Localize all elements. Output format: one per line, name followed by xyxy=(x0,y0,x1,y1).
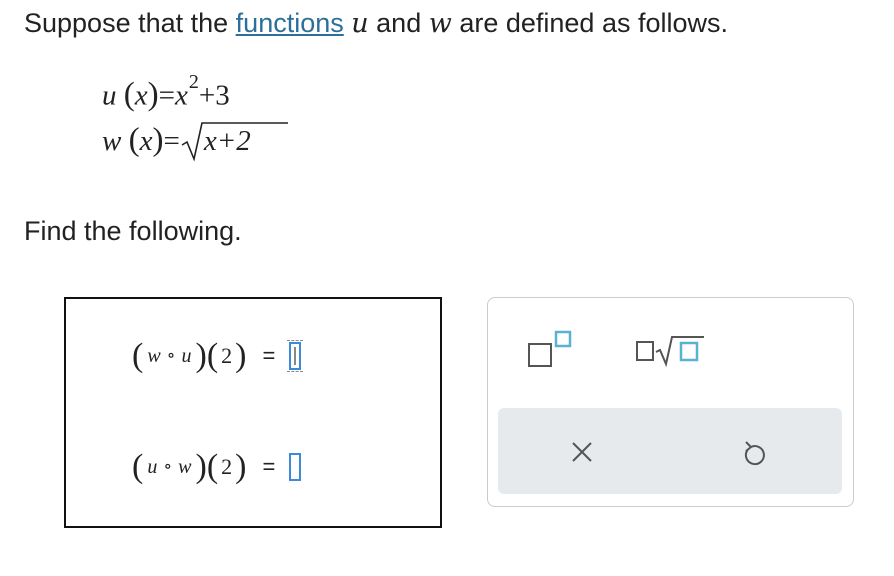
answer-panel: ( w ∘ u ) ( 2 ) = ( u ∘ w ) ( 2 ) = xyxy=(64,297,442,528)
undo-button[interactable] xyxy=(743,440,767,466)
function-definitions: u (x)=x2+3 w (x)= x+2 xyxy=(102,71,288,170)
answer-row-w-of-u: ( w ∘ u ) ( 2 ) = xyxy=(132,334,304,378)
keypad-action-bar xyxy=(498,408,842,494)
math-keypad xyxy=(487,297,854,507)
u-definition: u (x)=x2+3 xyxy=(102,71,230,113)
composition-icon: ∘ xyxy=(166,344,176,365)
exponent: 2 xyxy=(188,71,199,93)
var-u: u xyxy=(351,8,369,39)
answer-input-w-of-u[interactable] xyxy=(287,340,304,372)
clear-button[interactable] xyxy=(571,441,593,463)
answer-input-u-of-w[interactable] xyxy=(289,453,302,481)
var-w: w xyxy=(428,8,452,39)
square-root-icon xyxy=(636,336,704,368)
undo-icon xyxy=(744,441,765,466)
square-root-button[interactable] xyxy=(634,332,714,370)
exponent-icon xyxy=(528,330,572,367)
functions-link[interactable]: functions xyxy=(236,8,344,38)
composition-icon: ∘ xyxy=(163,455,173,476)
prompt-text: Find the following. xyxy=(24,216,242,246)
square-root: x+2 xyxy=(180,122,288,162)
intro-text: Suppose that the functions u and w are d… xyxy=(24,8,729,39)
exponent-button[interactable] xyxy=(526,328,580,372)
answer-row-u-of-w: ( u ∘ w ) ( 2 ) = xyxy=(132,445,302,489)
w-definition: w (x)= x+2 xyxy=(102,122,288,170)
clear-icon xyxy=(572,442,592,462)
radical-sign-icon xyxy=(181,122,288,162)
